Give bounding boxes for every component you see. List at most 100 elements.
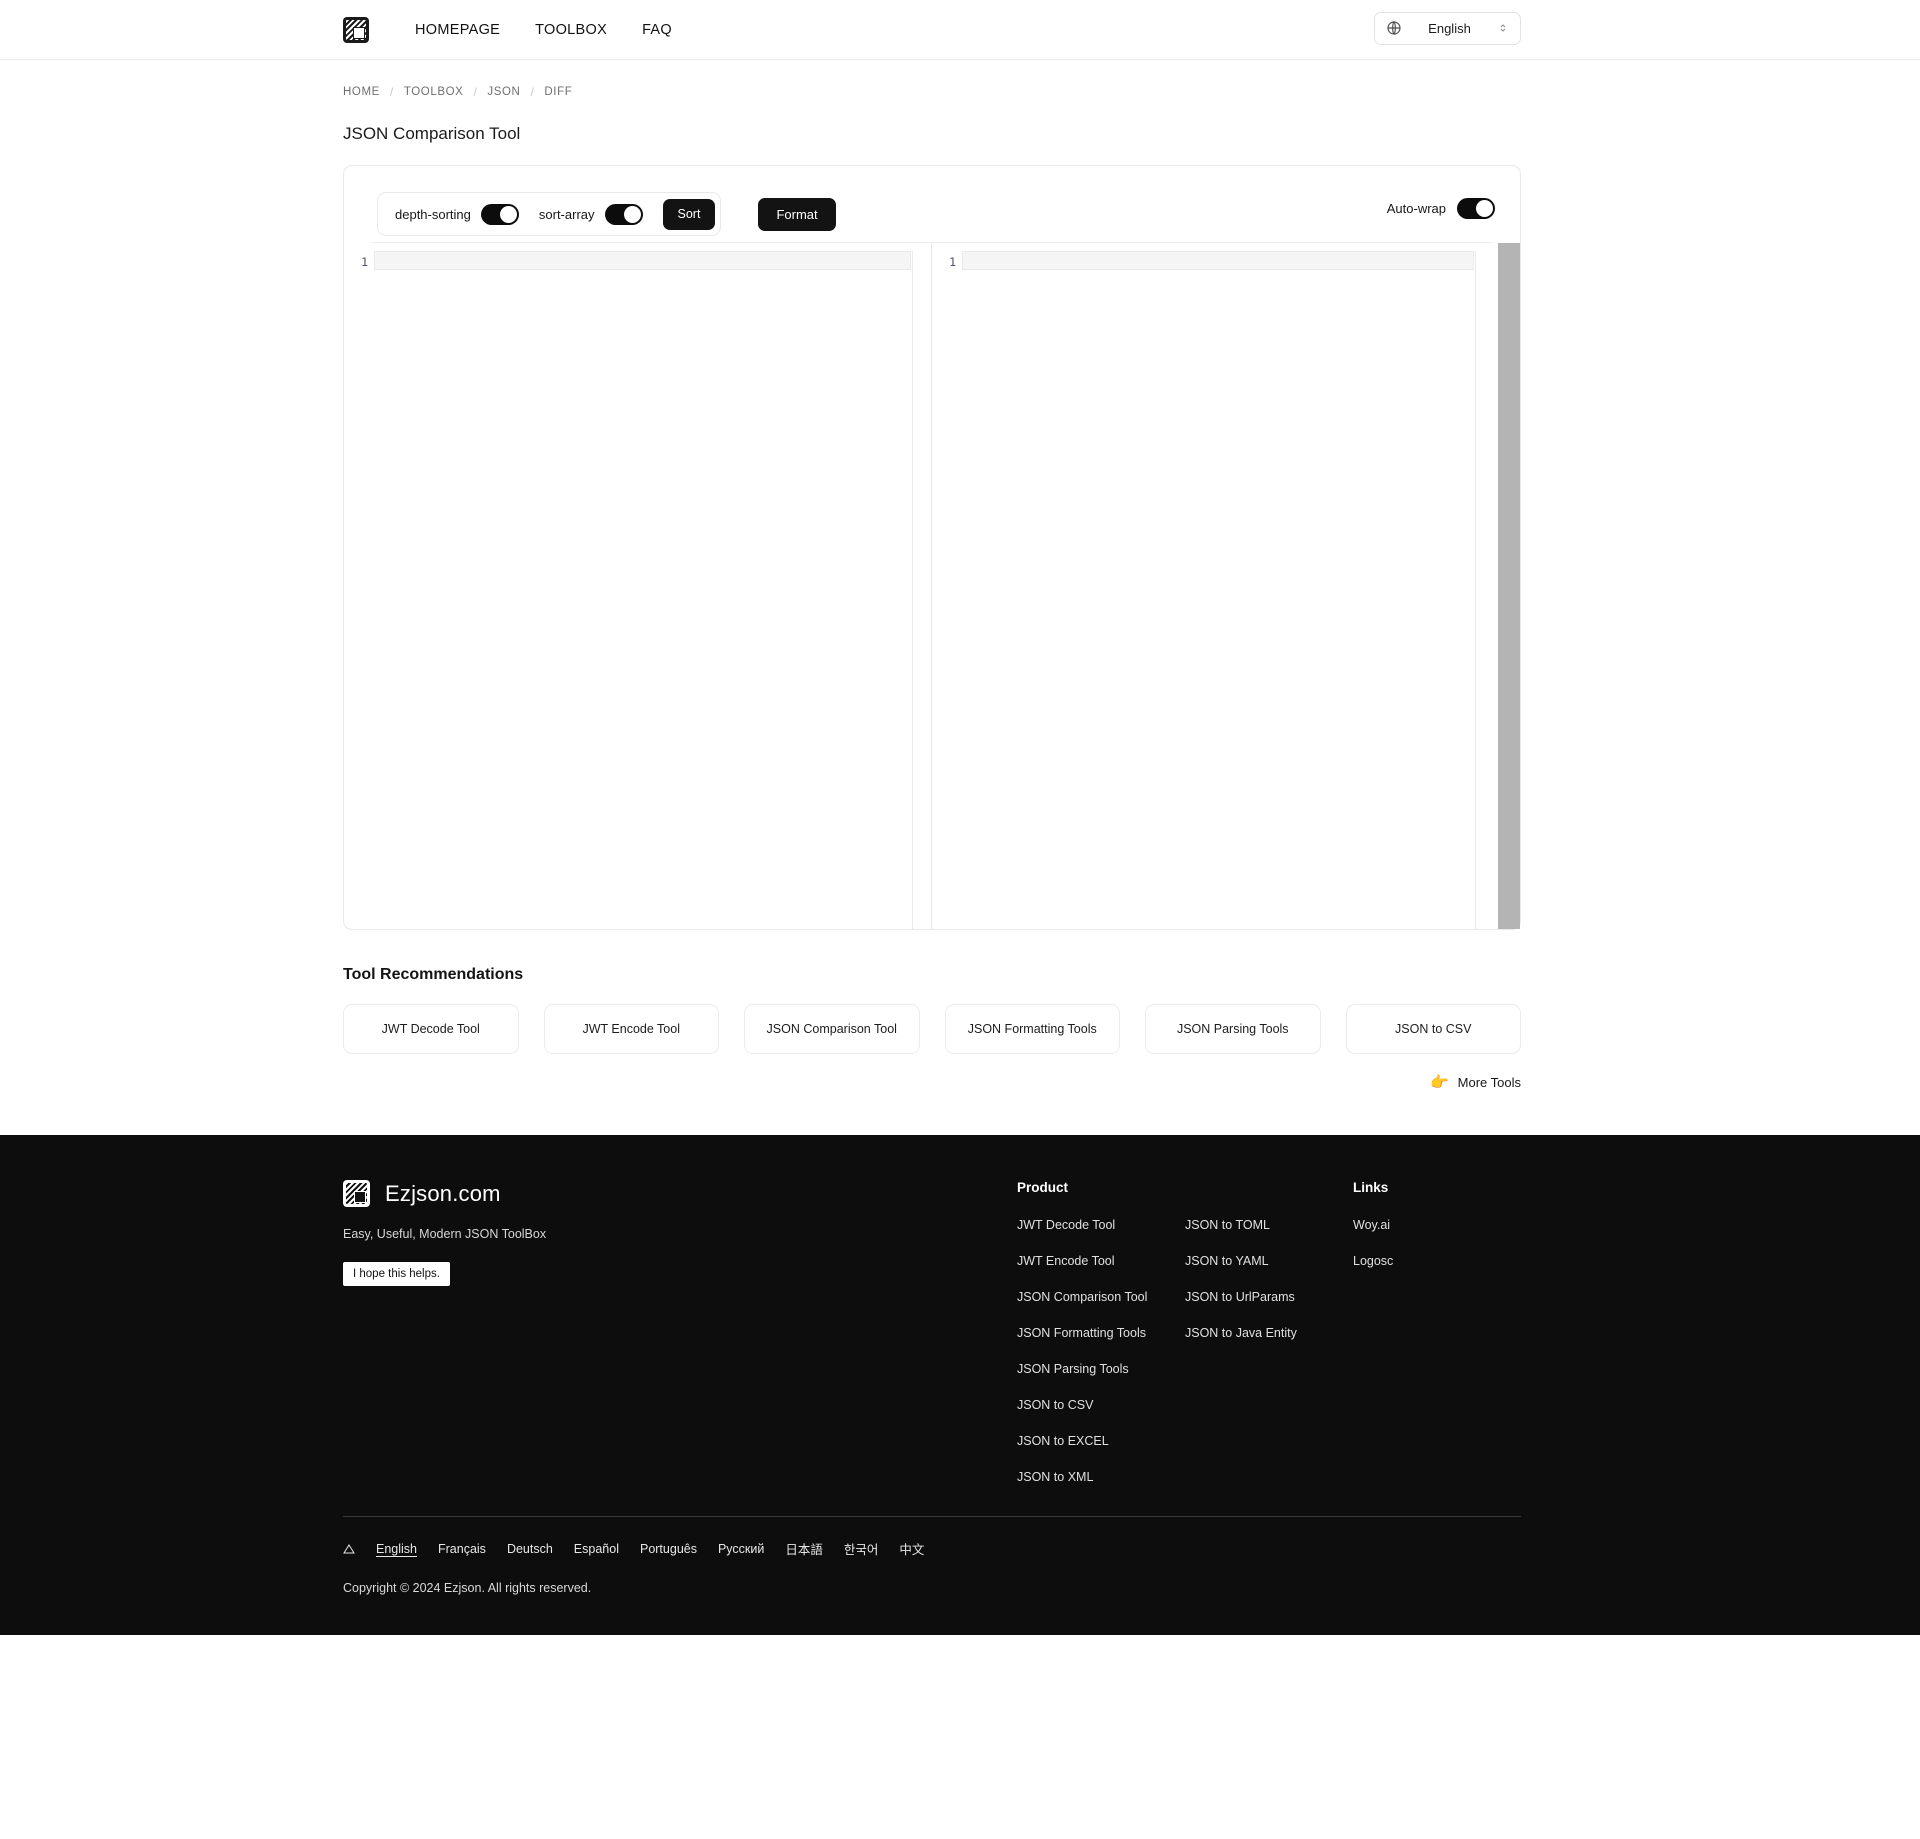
rec-card-json-comparison[interactable]: JSON Comparison Tool <box>744 1004 920 1054</box>
footer-link-json-to-excel[interactable]: JSON to EXCEL <box>1017 1434 1109 1448</box>
footer-tagline: Easy, Useful, Modern JSON ToolBox <box>343 1227 547 1241</box>
nav-item-homepage[interactable]: HOMEPAGE <box>415 22 500 38</box>
breadcrumb-item-diff[interactable]: DIFF <box>544 86 572 98</box>
sort-array-toggle-row: sort-array <box>538 203 643 225</box>
gutter-right: 1 <box>932 251 962 929</box>
footer-chip: I hope this helps. <box>343 1262 450 1286</box>
footer-lang-japanese[interactable]: 日本語 <box>785 1539 823 1558</box>
list-item: JWT Encode Tool <box>1017 1252 1185 1270</box>
sort-array-toggle[interactable] <box>604 203 643 225</box>
rec-card-json-formatting[interactable]: JSON Formatting Tools <box>944 1004 1120 1054</box>
footer-link-json-to-java-entity[interactable]: JSON to Java Entity <box>1185 1326 1297 1340</box>
list-item: JSON to CSV <box>1017 1396 1185 1414</box>
list-item: JSON to EXCEL <box>1017 1432 1185 1450</box>
nav-item-faq[interactable]: FAQ <box>642 22 672 38</box>
editor-pane-right[interactable]: 1 <box>932 243 1520 929</box>
editor-vertical-scrollbar[interactable] <box>1498 243 1520 929</box>
line-number: 1 <box>949 255 956 269</box>
pane-guide-line <box>912 251 913 929</box>
list-item: JWT Decode Tool <box>1017 1216 1185 1234</box>
more-tools-row[interactable]: 👉 More Tools <box>343 1073 1521 1135</box>
auto-wrap-control: Auto-wrap <box>1387 186 1495 230</box>
sort-button[interactable]: Sort <box>662 198 716 230</box>
footer-product-heading: Product <box>1017 1180 1069 1195</box>
breadcrumb-item-toolbox[interactable]: TOOLBOX <box>404 86 464 98</box>
depth-sorting-toggle[interactable] <box>480 203 519 225</box>
breadcrumb: HOME / TOOLBOX / JSON / DIFF <box>343 60 1521 99</box>
list-item: JSON Comparison Tool <box>1017 1288 1185 1306</box>
toggle-group: depth-sorting sort-array Sort <box>377 192 722 236</box>
auto-wrap-label: Auto-wrap <box>1386 200 1446 216</box>
depth-sorting-toggle-row: depth-sorting <box>395 203 519 225</box>
nav-item-toolbox[interactable]: TOOLBOX <box>535 22 607 38</box>
footer-lang-espanol[interactable]: Español <box>574 1542 619 1556</box>
footer-lang-deutsch[interactable]: Deutsch <box>507 1542 553 1556</box>
footer-logo-icon[interactable] <box>343 1180 370 1207</box>
list-item: Woy.ai <box>1353 1216 1521 1234</box>
rec-card-jwt-encode[interactable]: JWT Encode Tool <box>543 1004 719 1054</box>
site-logo-icon[interactable] <box>343 16 369 43</box>
page-content: HOME / TOOLBOX / JSON / DIFF JSON Compar… <box>0 60 1920 1135</box>
editor-split-view: 1 1 <box>344 243 1520 929</box>
list-item: JSON Parsing Tools <box>1017 1360 1185 1378</box>
footer-link-json-to-yaml[interactable]: JSON to YAML <box>1185 1254 1269 1268</box>
footer-link-json-comparison[interactable]: JSON Comparison Tool <box>1017 1290 1147 1304</box>
list-item: JSON to TOML <box>1185 1216 1353 1234</box>
editor-pane-left[interactable]: 1 <box>344 243 932 929</box>
footer-link-jwt-encode[interactable]: JWT Encode Tool <box>1017 1254 1115 1268</box>
sort-array-label: sort-array <box>538 206 595 222</box>
breadcrumb-separator: / <box>389 85 394 99</box>
footer-column-product: Product JWT Decode Tool JWT Encode Tool … <box>1017 1180 1185 1504</box>
footer-lang-portugues[interactable]: Português <box>640 1542 697 1556</box>
footer-lang-chinese[interactable]: 中文 <box>899 1539 924 1558</box>
language-selector[interactable]: English <box>1374 11 1521 45</box>
toggle-knob <box>623 205 641 223</box>
footer-copyright: Copyright © 2024 Ezjson. All rights rese… <box>343 1581 592 1595</box>
breadcrumb-item-home[interactable]: HOME <box>343 86 380 98</box>
footer-lang-english[interactable]: English <box>376 1542 417 1556</box>
code-area-left[interactable] <box>374 251 931 929</box>
footer-links-heading: Links <box>1353 1180 1389 1195</box>
footer-lang-russian[interactable]: Pусский <box>718 1542 764 1556</box>
list-item: JSON to YAML <box>1185 1252 1353 1270</box>
footer-language-row: English Français Deutsch Español Portugu… <box>343 1539 1521 1558</box>
rec-card-json-to-csv[interactable]: JSON to CSV <box>1345 1004 1521 1054</box>
recommendations-grid: JWT Decode Tool JWT Encode Tool JSON Com… <box>343 1004 1521 1054</box>
list-item: Logosc <box>1353 1252 1521 1270</box>
logo-inset-square <box>353 26 365 39</box>
list-item: JSON Formatting Tools <box>1017 1324 1185 1342</box>
footer-link-json-to-csv[interactable]: JSON to CSV <box>1017 1398 1093 1412</box>
depth-sorting-label: depth-sorting <box>395 206 471 222</box>
footer-link-json-to-xml[interactable]: JSON to XML <box>1017 1470 1093 1484</box>
toggle-knob <box>1476 199 1493 217</box>
chevron-up-down-icon <box>1500 24 1506 32</box>
footer-lang-francais[interactable]: Français <box>438 1542 486 1556</box>
footer-link-json-parsing[interactable]: JSON Parsing Tools <box>1017 1362 1129 1376</box>
gutter-left: 1 <box>344 251 374 929</box>
rec-card-json-parsing[interactable]: JSON Parsing Tools <box>1145 1004 1321 1054</box>
footer-link-logosc[interactable]: Logosc <box>1353 1254 1393 1268</box>
footer-brand-row: Ezjson.com <box>343 1180 1017 1207</box>
footer-link-json-to-toml[interactable]: JSON to TOML <box>1185 1218 1270 1232</box>
footer-link-json-to-urlparams[interactable]: JSON to UrlParams <box>1185 1290 1295 1304</box>
active-line-highlight <box>962 251 1474 270</box>
format-button[interactable]: Format <box>758 197 836 231</box>
list-item: JSON to UrlParams <box>1185 1288 1353 1306</box>
auto-wrap-toggle[interactable] <box>1457 197 1495 219</box>
json-comparison-tool-card: depth-sorting sort-array Sort Format Aut… <box>343 165 1521 930</box>
footer-link-woy-ai[interactable]: Woy.ai <box>1353 1218 1390 1232</box>
footer-brand-name: Ezjson.com <box>385 1180 501 1206</box>
page-title: JSON Comparison Tool <box>343 124 521 143</box>
footer-product-list-2: JSON to TOML JSON to YAML JSON to UrlPar… <box>1185 1216 1353 1342</box>
footer-links-list: Woy.ai Logosc <box>1353 1216 1521 1270</box>
language-selector-value: English <box>1428 20 1471 36</box>
warning-triangle-icon <box>343 1543 355 1553</box>
footer-brand: Ezjson.com Easy, Useful, Modern JSON Too… <box>343 1180 1017 1286</box>
rec-card-jwt-decode[interactable]: JWT Decode Tool <box>343 1004 519 1054</box>
footer-link-json-formatting[interactable]: JSON Formatting Tools <box>1017 1326 1146 1340</box>
globe-icon <box>1387 21 1401 35</box>
footer-link-jwt-decode[interactable]: JWT Decode Tool <box>1017 1218 1115 1232</box>
code-area-right[interactable] <box>962 251 1520 929</box>
footer-lang-korean[interactable]: 한국어 <box>844 1539 879 1558</box>
breadcrumb-item-json[interactable]: JSON <box>487 86 520 98</box>
